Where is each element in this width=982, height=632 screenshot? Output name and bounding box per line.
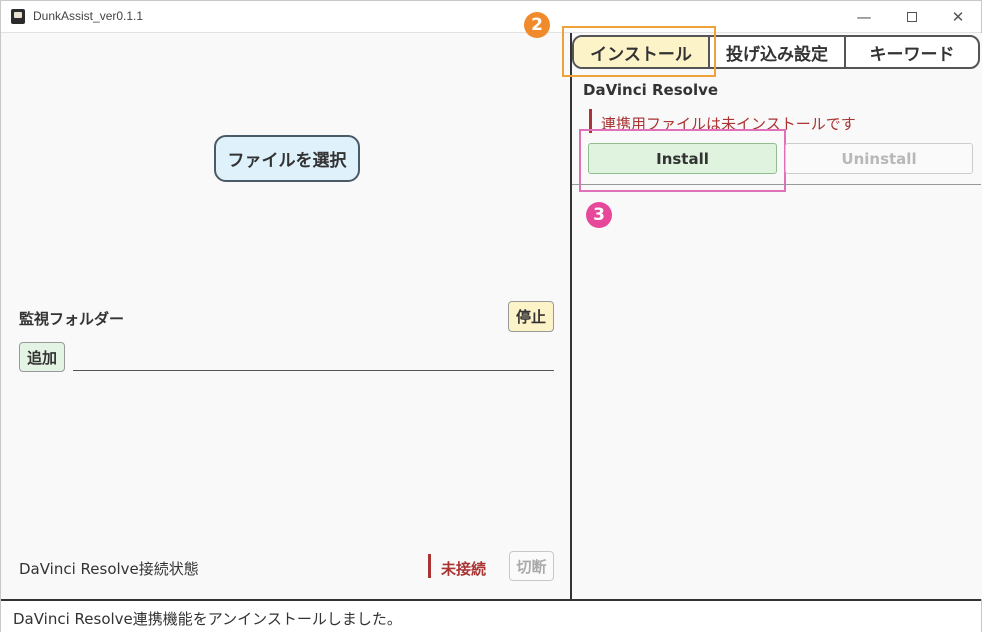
title-bar[interactable]: DunkAssist_ver0.1.1 — ✕ [1, 1, 981, 33]
app-icon [11, 9, 25, 24]
add-folder-button[interactable]: 追加 [19, 342, 65, 372]
connection-label: DaVinci Resolve接続状態 [19, 560, 199, 578]
callout-highlight-tab [562, 26, 716, 77]
maximize-icon [907, 12, 917, 22]
section-divider [572, 184, 981, 185]
folder-list-divider [73, 370, 554, 371]
tab-keywords[interactable]: キーワード [846, 37, 978, 67]
app-window: DunkAssist_ver0.1.1 — ✕ ファイルを選択 監視フォルダー … [0, 0, 982, 632]
stop-button[interactable]: 停止 [508, 301, 554, 332]
uninstall-button[interactable]: Uninstall [785, 143, 973, 174]
watch-folder-label: 監視フォルダー [19, 310, 125, 328]
step-badge-2: 2 [524, 12, 550, 38]
status-message: DaVinci Resolve連携機能をアンインストールしました。 [13, 610, 402, 628]
connection-status: 未接続 [441, 560, 487, 578]
maximize-button[interactable] [889, 1, 935, 33]
step-badge-3: 3 [586, 202, 612, 228]
connection-status-indicator [428, 554, 431, 578]
status-bar: DaVinci Resolve連携機能をアンインストールしました。 [1, 599, 981, 632]
disconnect-button[interactable]: 切断 [509, 551, 554, 581]
install-button[interactable]: Install [588, 143, 777, 174]
close-button[interactable]: ✕ [935, 1, 981, 33]
tab-drop-settings[interactable]: 投げ込み設定 [710, 37, 846, 67]
minimize-button[interactable]: — [841, 1, 887, 33]
section-title: DaVinci Resolve [583, 81, 719, 99]
select-file-button[interactable]: ファイルを選択 [214, 135, 360, 182]
window-title: DunkAssist_ver0.1.1 [33, 9, 144, 23]
